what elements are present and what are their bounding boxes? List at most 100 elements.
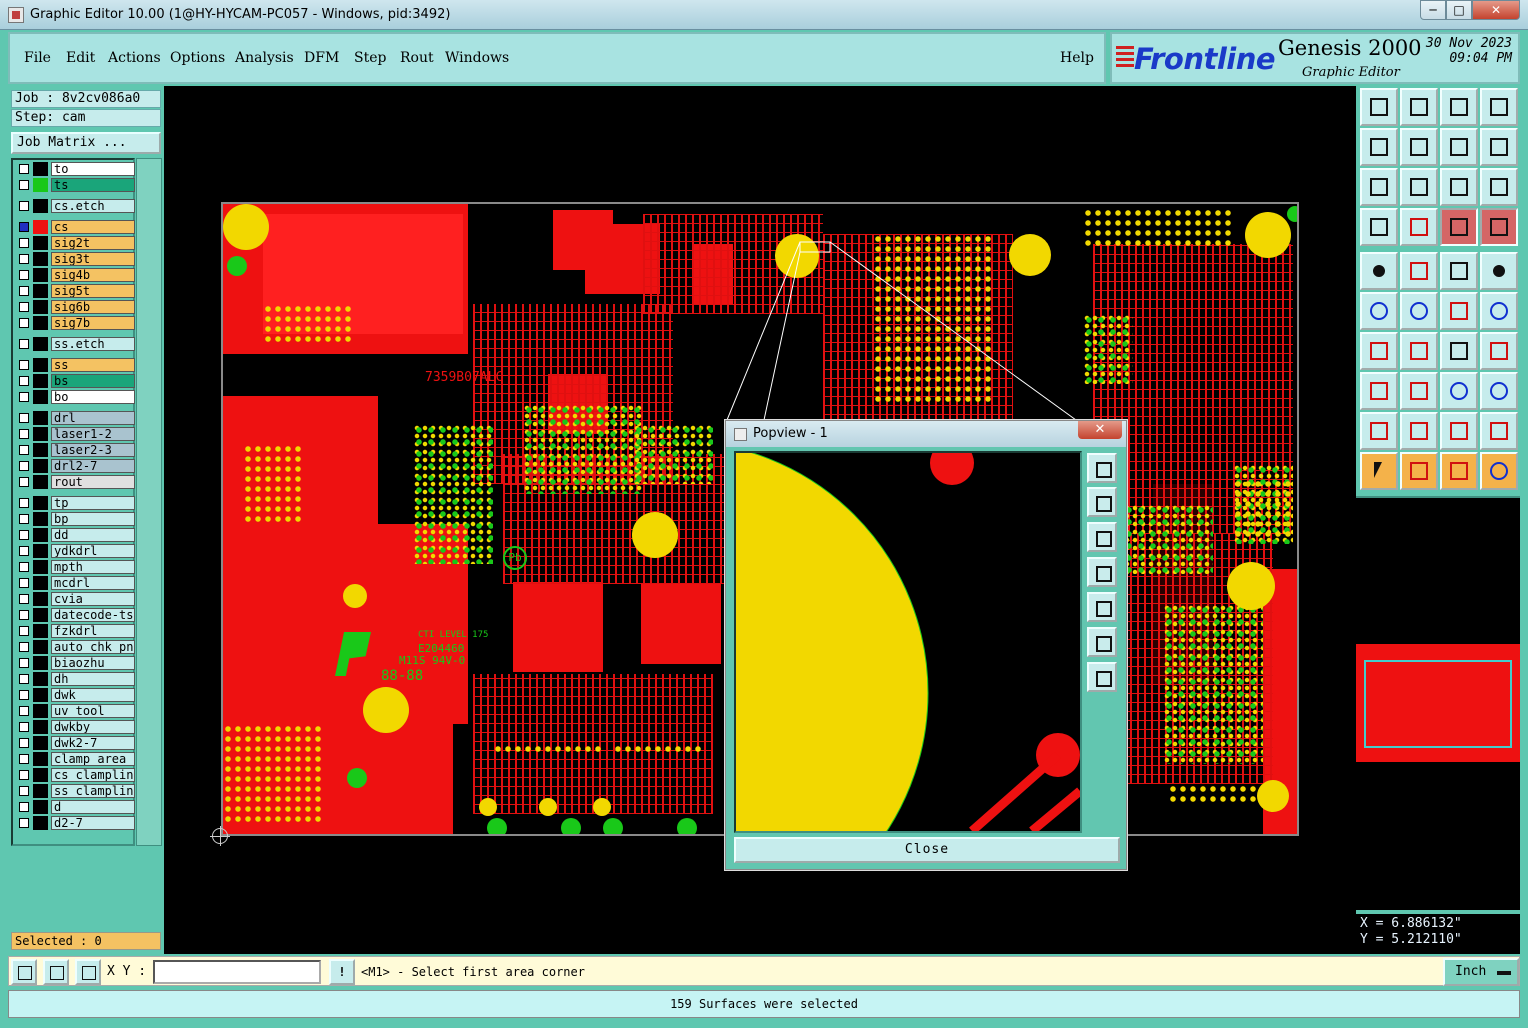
layer-checkbox[interactable] (19, 392, 29, 402)
save-icon[interactable] (1400, 88, 1438, 126)
job-matrix-button[interactable]: Job Matrix ... (11, 132, 161, 154)
layer-color-swatch[interactable] (33, 199, 48, 213)
layer-checkbox[interactable] (19, 578, 29, 588)
layer-row-rout[interactable]: rout (15, 475, 135, 489)
layer-checkbox[interactable] (19, 818, 29, 828)
layer-row-dwkby[interactable]: dwkby (15, 720, 135, 734)
select-polygon-icon[interactable] (1440, 452, 1478, 490)
layer-color-swatch[interactable] (33, 752, 48, 766)
redraw-icon[interactable] (1480, 128, 1518, 166)
bracket-icon[interactable] (1480, 332, 1518, 370)
layer-checkbox[interactable] (19, 461, 29, 471)
layer-row-mpth[interactable]: mpth (15, 560, 135, 574)
layer-checkbox[interactable] (19, 610, 29, 620)
help-icon[interactable] (1480, 168, 1518, 206)
layer-name[interactable]: ts (51, 178, 135, 192)
layer-color-swatch[interactable] (33, 800, 48, 814)
angle-mode-icon[interactable] (43, 959, 69, 985)
layer-color-swatch[interactable] (33, 720, 48, 734)
group-icon[interactable] (1480, 372, 1518, 410)
layer-row-dh[interactable]: dh (15, 672, 135, 686)
layer-color-swatch[interactable] (33, 162, 48, 176)
layer-row-sig2t[interactable]: sig2t (15, 236, 135, 250)
zoom-1-2-icon[interactable] (1440, 168, 1478, 206)
layer-row-laser2-3[interactable]: laser2-3 (15, 443, 135, 457)
menu-options[interactable]: Options (170, 50, 225, 66)
layer-name[interactable]: dh (51, 672, 135, 686)
layer-name[interactable]: sig7b (51, 316, 135, 330)
layer-row-biaozhu[interactable]: biaozhu (15, 656, 135, 670)
layer-name[interactable]: sig3t (51, 252, 135, 266)
layer-name[interactable]: d (51, 800, 135, 814)
menu-file[interactable]: File (24, 50, 51, 66)
layer-color-swatch[interactable] (33, 608, 48, 622)
layer-name[interactable]: dwk2-7 (51, 736, 135, 750)
layer-name[interactable]: datecode-ts (51, 608, 135, 622)
layer-name[interactable]: uv_tool (51, 704, 135, 718)
layer-color-swatch[interactable] (33, 656, 48, 670)
layer-color-swatch[interactable] (33, 337, 48, 351)
layer-color-swatch[interactable] (33, 411, 48, 425)
layer-color-swatch[interactable] (33, 390, 48, 404)
layer-color-swatch[interactable] (33, 236, 48, 250)
slope-icon[interactable] (1400, 332, 1438, 370)
popview-close-icon[interactable]: ✕ (1078, 421, 1122, 439)
layer-checkbox[interactable] (19, 360, 29, 370)
layer-color-swatch[interactable] (33, 592, 48, 606)
layer-name[interactable]: drl2-7 (51, 459, 135, 473)
layer-checkbox[interactable] (19, 238, 29, 248)
layer-name[interactable]: cs (51, 220, 135, 234)
layer-checkbox[interactable] (19, 738, 29, 748)
layer-checkbox[interactable] (19, 270, 29, 280)
layer-color-swatch[interactable] (33, 220, 48, 234)
popview-close-button[interactable]: Close (734, 837, 1120, 863)
layer-name[interactable]: fzkdrl (51, 624, 135, 638)
layer-checkbox[interactable] (19, 164, 29, 174)
layer-name[interactable]: cvia (51, 592, 135, 606)
exclamation-button[interactable]: ! (329, 959, 355, 985)
layer-name[interactable]: laser1-2 (51, 427, 135, 441)
angle-icon[interactable] (1360, 332, 1398, 370)
menu-rout[interactable]: Rout (400, 50, 434, 66)
popview-pan-right-icon[interactable] (1087, 592, 1117, 622)
popview-title-bar[interactable]: Popview - 1 ✕ (726, 421, 1126, 447)
layer-name[interactable]: sig4b (51, 268, 135, 282)
layer-color-swatch[interactable] (33, 475, 48, 489)
layer-name[interactable]: dd (51, 528, 135, 542)
layer-color-swatch[interactable] (33, 704, 48, 718)
layer-color-swatch[interactable] (33, 459, 48, 473)
center-icon[interactable] (1440, 372, 1478, 410)
feature-select-icon[interactable] (1440, 208, 1478, 246)
layer-row-d[interactable]: d (15, 800, 135, 814)
menu-windows[interactable]: Windows (445, 50, 509, 66)
grid-mode-icon[interactable] (75, 959, 101, 985)
segment-icon[interactable] (1400, 372, 1438, 410)
layer-row-ydkdrl[interactable]: ydkdrl (15, 544, 135, 558)
layer-row-cs_clampline[interactable]: cs_clampline (15, 768, 135, 782)
layer-color-swatch[interactable] (33, 784, 48, 798)
layer-row-bs[interactable]: bs (15, 374, 135, 388)
layer-name[interactable]: bp (51, 512, 135, 526)
menu-step[interactable]: Step (354, 50, 386, 66)
layer-checkbox[interactable] (19, 222, 29, 232)
menu-edit[interactable]: Edit (66, 50, 95, 66)
unit-selector[interactable]: Inch (1443, 958, 1519, 986)
layer-checkbox[interactable] (19, 562, 29, 572)
zoom-home-icon[interactable] (1400, 168, 1438, 206)
layer-checkbox[interactable] (19, 477, 29, 487)
layer-row-auto_chk_pnl[interactable]: auto_chk_pnl (15, 640, 135, 654)
layer-color-swatch[interactable] (33, 252, 48, 266)
layer-row-sig3t[interactable]: sig3t (15, 252, 135, 266)
popview-zoom-out-icon[interactable] (1087, 627, 1117, 657)
layer-color-swatch[interactable] (33, 624, 48, 638)
layer-color-swatch[interactable] (33, 768, 48, 782)
home-icon[interactable] (1440, 88, 1478, 126)
layer-color-swatch[interactable] (33, 374, 48, 388)
overview-preview[interactable] (1356, 496, 1520, 910)
layer-name[interactable]: rout (51, 475, 135, 489)
layer-checkbox[interactable] (19, 626, 29, 636)
layer-color-swatch[interactable] (33, 496, 48, 510)
layer-color-swatch[interactable] (33, 358, 48, 372)
corner-icon[interactable] (1360, 372, 1398, 410)
layer-name[interactable]: mpth (51, 560, 135, 574)
